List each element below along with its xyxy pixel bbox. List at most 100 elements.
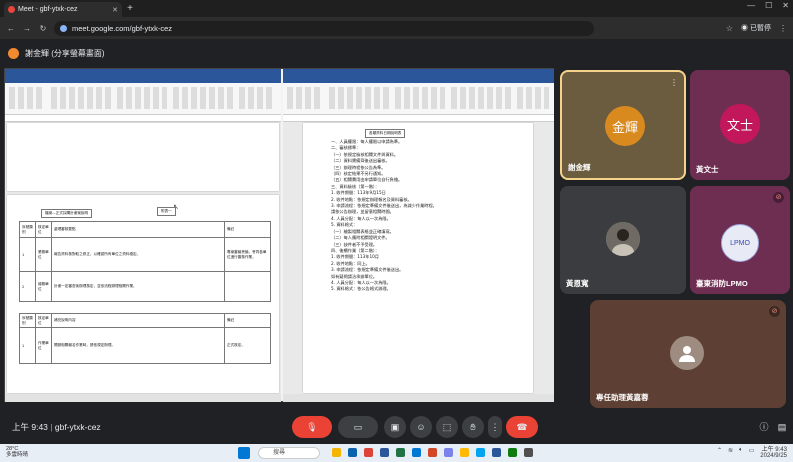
word-titlebar — [5, 69, 281, 77]
leave-call-button[interactable]: ☎ — [506, 416, 538, 438]
windows-start-icon[interactable] — [238, 447, 250, 459]
app-icon[interactable] — [524, 448, 533, 457]
chat-icon[interactable]: ▤ — [774, 419, 790, 435]
participant-name: 黃文士 — [696, 165, 719, 174]
avatar — [670, 336, 704, 370]
table-header: 處理審核要點 — [51, 221, 225, 238]
browser-tab-bar: Meet - gbf-ytxk-cez ✕ + — ☐ ✕ — [0, 0, 793, 17]
table-header: 補充說明內容 — [51, 313, 225, 328]
more-options-icon[interactable]: ⋯ — [670, 79, 679, 87]
chrome-icon[interactable] — [364, 448, 373, 457]
excel-icon[interactable] — [396, 448, 405, 457]
presenter-avatar-icon — [8, 47, 19, 59]
participant-tile[interactable]: 文士 黃文士 — [690, 70, 790, 180]
bookmark-star-icon[interactable]: ☆ — [726, 24, 733, 33]
table-header: 序號類別 — [19, 221, 36, 238]
participant-tile[interactable]: 金輝 ⋯ 謝金輝 — [560, 70, 686, 180]
table-cell: 開辦相關報名作業時，請依規定辦理。 — [51, 327, 225, 364]
avatar: 金輝 — [605, 106, 645, 146]
table-header: 核定單位 — [35, 221, 52, 238]
chevron-up-icon[interactable]: ⌃ — [717, 447, 722, 459]
table-row: 1 業務單位 報告資料核對較之修正，以確認所有單位之資料穩定。 專案審議會議，會… — [19, 237, 271, 272]
mic-toggle-button[interactable]: 🎙︎ — [292, 416, 332, 438]
profile-paused-button[interactable]: ◉ 已暫停 — [741, 23, 771, 33]
folder-icon[interactable] — [460, 448, 469, 457]
browser-menu-icon[interactable]: ⋮ — [779, 24, 787, 33]
maximize-icon[interactable]: ☐ — [765, 1, 772, 10]
file-explorer-icon[interactable] — [332, 448, 341, 457]
site-info-icon[interactable] — [60, 24, 67, 32]
store-icon[interactable] — [476, 448, 485, 457]
word-statusbar — [283, 394, 554, 402]
participant-name: 黃恩寬 — [566, 279, 589, 288]
clock-date: 2024/9/25 — [760, 453, 787, 459]
tab-close-icon[interactable]: ✕ — [112, 6, 118, 14]
app-icon[interactable] — [508, 448, 517, 457]
participant-tile[interactable]: ⊘ LPMO 臺東消防LPMO — [690, 186, 790, 294]
volume-icon[interactable]: 🔈︎ — [739, 447, 743, 459]
doc-table-1: 序號類別 核定單位 處理審核要點 備註 1 業務單位 報告資料核對較之修正，以確… — [19, 221, 271, 302]
toolbar-right: ☆ ◉ 已暫停 ⋮ — [726, 23, 787, 33]
table-cell: 專案審議會議，會同各單位進行審核作業。 — [224, 237, 271, 272]
participant-tile[interactable]: ⊘ 專任助理黃嘉蓉 — [590, 300, 786, 408]
url-field[interactable]: meet.google.com/gbf-ytxk-cez — [54, 20, 594, 36]
reactions-button[interactable]: ☺ — [410, 416, 432, 438]
doc-page-top — [7, 123, 279, 191]
back-icon[interactable]: ← — [6, 24, 16, 33]
forward-icon[interactable]: → — [22, 24, 32, 33]
word-window-right: 各類資料日期說明表 一、人員權限：每人權限以申請為準。 二、審核標準： （一）依… — [283, 69, 554, 402]
profile-label: 已暫停 — [750, 25, 771, 32]
meeting-details-icon[interactable]: ⓘ — [756, 419, 772, 435]
word-ribbon — [5, 83, 281, 115]
address-bar-row: ← → ↻ meet.google.com/gbf-ytxk-cez ☆ ◉ 已… — [0, 17, 793, 39]
teams-icon[interactable] — [444, 448, 453, 457]
table-cell: 總務單位 — [35, 271, 52, 302]
close-window-icon[interactable]: ✕ — [782, 1, 789, 10]
mouse-cursor-icon: ↖ — [173, 204, 179, 211]
wifi-icon[interactable]: ≋ — [728, 447, 733, 459]
table-header: 備註 — [224, 221, 271, 238]
emoji-icon: ☺ — [416, 422, 426, 432]
edge-icon[interactable] — [348, 448, 357, 457]
meet-favicon-icon — [8, 6, 15, 13]
participant-name: 臺東消防LPMO — [696, 279, 748, 288]
reload-icon[interactable]: ↻ — [38, 24, 48, 33]
powerpoint-icon[interactable] — [428, 448, 437, 457]
system-tray: ⌃ ≋ 🔈︎ ▭ 上午 9:43 2024/9/25 — [717, 447, 787, 459]
weather-desc: 多雲時晴 — [6, 452, 29, 458]
meeting-time: 上午 9:43 — [12, 422, 48, 432]
present-screen-icon: ⬚ — [442, 421, 452, 432]
taskbar-search[interactable]: 搜尋 — [258, 447, 320, 459]
participant-tile[interactable]: 黃恩寬 — [560, 186, 686, 294]
table-row: 2 總務單位 計畫一定審查後辦理核定，並依流程辦理相關作業。 — [19, 271, 271, 302]
participant-name: 專任助理黃嘉蓉 — [596, 393, 649, 402]
mic-off-icon: 🎙︎ — [306, 421, 318, 432]
outlook-icon[interactable] — [412, 448, 421, 457]
browser-tab[interactable]: Meet - gbf-ytxk-cez ✕ — [4, 2, 122, 17]
word-doc-icon[interactable] — [492, 448, 501, 457]
meeting-info: 上午 9:43 | gbf-ytxk-cez — [12, 422, 101, 432]
more-options-button[interactable]: ⋮ — [488, 416, 502, 438]
avatar: LPMO — [721, 224, 759, 262]
present-button[interactable]: ⬚ — [436, 416, 458, 438]
table-cell: 業務單位 — [35, 237, 52, 272]
word-icon[interactable] — [380, 448, 389, 457]
window-controls: — ☐ ✕ — [747, 1, 789, 10]
raise-hand-button[interactable]: ✋︎ — [462, 416, 484, 438]
weather-widget[interactable]: 28°C 多雲時晴 — [6, 446, 28, 458]
table-cell: 正式核定。 — [224, 327, 271, 364]
clock[interactable]: 上午 9:43 2024/9/25 — [760, 447, 787, 459]
captions-button[interactable]: ▣ — [384, 416, 406, 438]
word-statusbar — [5, 394, 281, 402]
table-header: 核定單位 — [35, 313, 52, 328]
word-window-left: 檔案—正式採購計畫案說明 附表一 ↖ 序號類別 核定單位 處理審核要點 備註 1… — [5, 69, 281, 402]
minimize-icon[interactable]: — — [747, 1, 755, 10]
table-cell: 1 — [19, 327, 36, 364]
battery-icon[interactable]: ▭ — [749, 447, 755, 459]
doc-page-right: 各類資料日期說明表 一、人員權限：每人權限以申請為準。 二、審核標準： （一）依… — [303, 123, 533, 393]
new-tab-icon[interactable]: + — [124, 3, 136, 15]
doc-table-2: 序號類別 核定單位 補充說明內容 備註 1 作業單位 開辦相關報名作業時，請依規… — [19, 313, 271, 364]
camera-toggle-button[interactable]: ▭ — [338, 416, 378, 438]
mic-off-icon: ⊘ — [773, 192, 784, 203]
doc-page-left: 檔案—正式採購計畫案說明 附表一 ↖ 序號類別 核定單位 處理審核要點 備註 1… — [7, 195, 279, 393]
